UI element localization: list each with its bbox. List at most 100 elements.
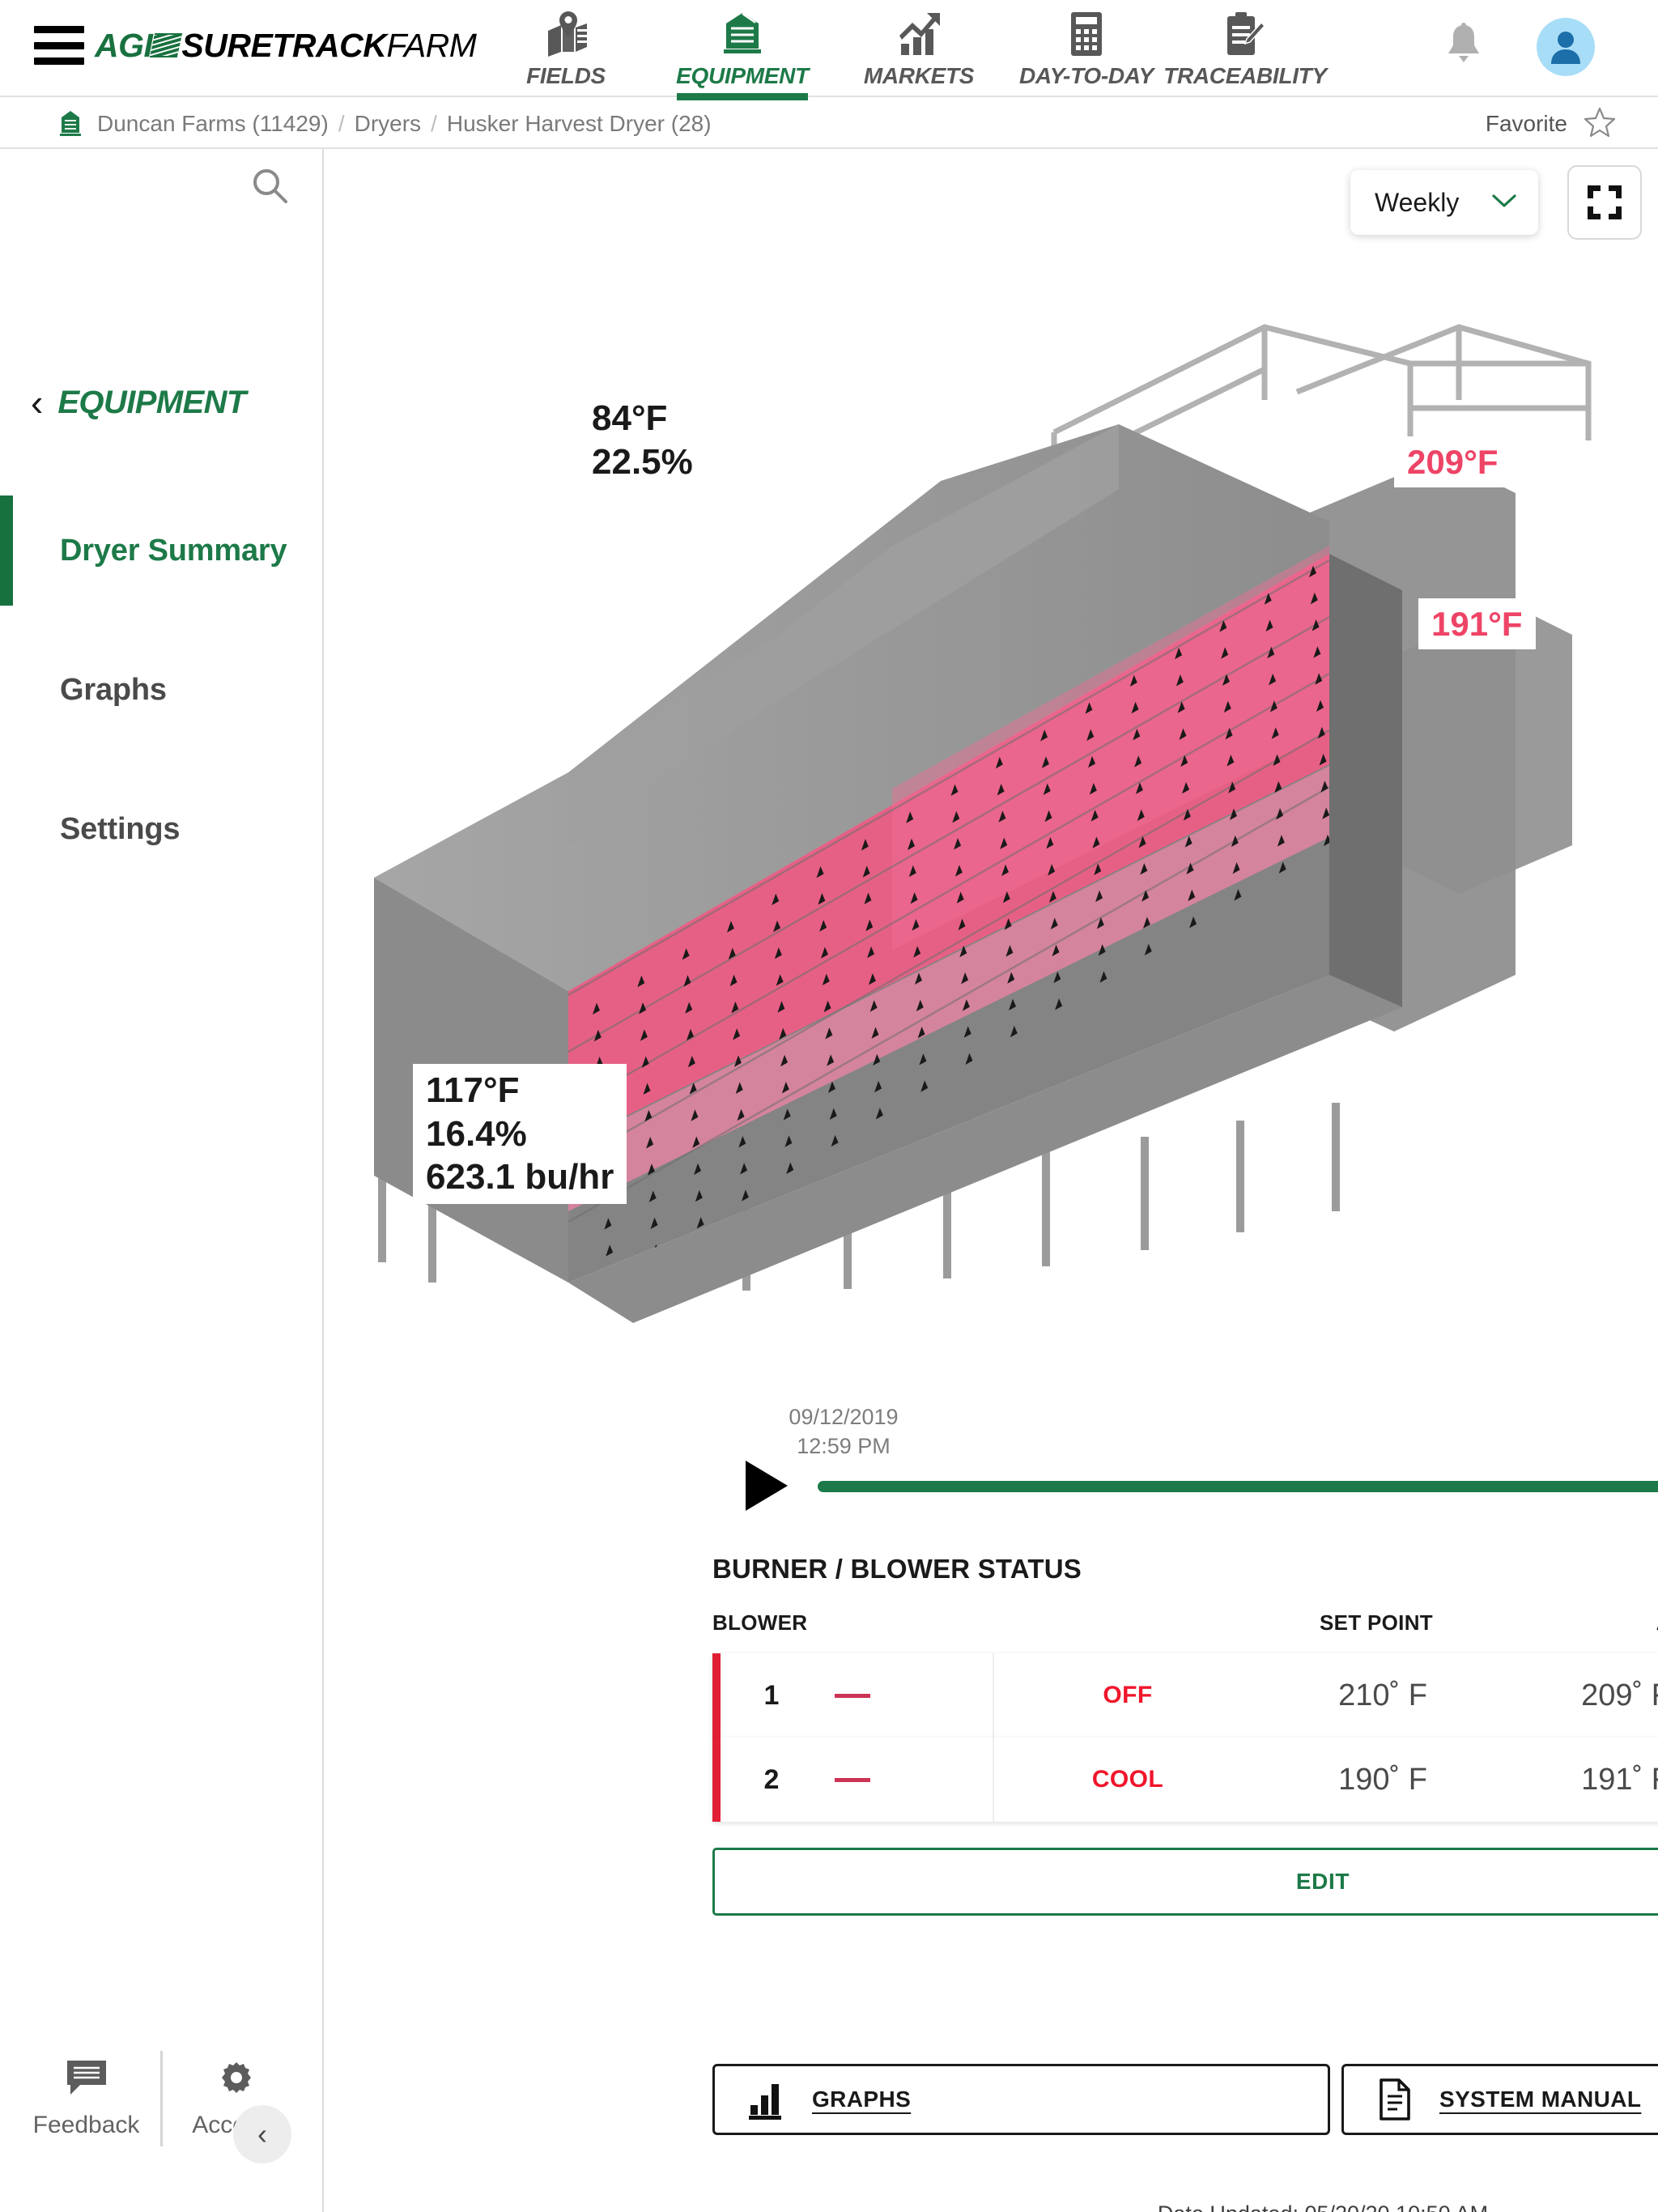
column-header-blower: BLOWER: [712, 1610, 808, 1635]
blower-state: COOL: [1091, 1766, 1164, 1793]
table-row[interactable]: 1 OFF 210˚ F 209˚ F: [712, 1653, 1658, 1738]
hamburger-bar: [34, 57, 84, 65]
hamburger-bar: [34, 41, 84, 49]
blower-number: 1: [763, 1679, 780, 1711]
hamburger-bar: [34, 26, 84, 33]
breadcrumb-item-dryer[interactable]: Husker Harvest Dryer (28): [447, 111, 712, 137]
breadcrumb-separator: /: [431, 111, 437, 136]
comment-icon: [66, 2059, 108, 2100]
nav-item-label: EQUIPMENT: [676, 63, 809, 88]
breadcrumb: Duncan Farms (11429) / Dryers / Husker H…: [58, 99, 712, 149]
hamburger-menu-icon[interactable]: [34, 26, 84, 65]
favorite-label: Favorite: [1485, 111, 1567, 136]
sidebar-item-label: Dryer Summary: [60, 533, 287, 568]
document-icon: [1378, 2078, 1412, 2121]
chevron-left-icon[interactable]: ‹: [31, 384, 43, 421]
breadcrumb-item-farm[interactable]: Duncan Farms (11429): [97, 111, 329, 137]
plenum-temp: 84°F: [592, 398, 668, 438]
nav-item-label: DAY-TO-DAY: [1018, 63, 1154, 88]
sidebar-footer: Feedback Account ‹: [0, 2042, 322, 2163]
blower-actual: 191˚ F: [1581, 1762, 1658, 1797]
favorite-toggle[interactable]: Favorite: [1486, 99, 1616, 149]
logo-suretrack-text: SURETRACK: [181, 27, 387, 64]
timeline-slider-track[interactable]: [818, 1481, 1658, 1492]
sidebar-item-graphs[interactable]: Graphs: [0, 635, 324, 745]
graphs-button[interactable]: GRAPHS: [712, 2064, 1330, 2135]
timeline-date: 09/12/2019: [789, 1405, 899, 1429]
plenum-moisture: 22.5%: [592, 441, 693, 482]
blower-state: OFF: [1103, 1682, 1153, 1708]
top-navigation-bar: AGI SURETRACK FARM FIELDS EQUIPMENT MARK…: [0, 0, 1658, 100]
date-updated-text: Date Updated: 05/20/20 10:50 AM: [712, 2201, 1658, 2212]
burner-bottom-tag: 191°F: [1418, 598, 1536, 650]
search-icon[interactable]: [251, 167, 288, 208]
user-avatar-icon[interactable]: [1537, 18, 1595, 76]
row-blower-cell: 1: [721, 1653, 994, 1738]
logo-swoosh-icon: [150, 33, 183, 57]
row-status-bar: [712, 1653, 721, 1738]
sidebar-item-label: Graphs: [60, 672, 167, 707]
sidebar-collapse-button[interactable]: ‹: [233, 2105, 291, 2163]
sidebar-back-header[interactable]: ‹ EQUIPMENT: [31, 384, 246, 421]
main-content: Weekly 84°F 22.5% 209°F 191°F 117°F 16.4…: [325, 149, 1658, 2212]
timeline-timestamp: 09/12/2019 12:59 PM: [763, 1402, 925, 1461]
sidebar-item-label: Settings: [60, 811, 181, 846]
nav-item-markets[interactable]: MARKETS: [831, 5, 1007, 89]
table-row[interactable]: 2 COOL 190˚ F 191˚ F: [712, 1738, 1658, 1822]
star-outline-icon: [1584, 107, 1616, 142]
content-toolbar: Weekly: [1350, 165, 1642, 240]
blower-dash-icon: [823, 1693, 882, 1698]
breadcrumb-bar: Duncan Farms (11429) / Dryers / Husker H…: [0, 99, 1658, 149]
system-manual-button[interactable]: SYSTEM MANUAL: [1341, 2064, 1658, 2135]
column-header-actual: ACTUAL: [1579, 1610, 1658, 1636]
feedback-button[interactable]: Feedback: [13, 2059, 160, 2139]
bell-icon[interactable]: [1442, 23, 1486, 68]
bar-chart-icon: [749, 2079, 784, 2120]
sidebar-item-dryer-summary[interactable]: Dryer Summary: [0, 496, 324, 606]
timeline-time: 12:59 PM: [797, 1434, 891, 1459]
app-logo[interactable]: AGI SURETRACK FARM: [95, 27, 477, 64]
nav-item-equipment[interactable]: EQUIPMENT: [654, 5, 831, 100]
blower-number: 2: [763, 1763, 780, 1795]
row-blower-cell: 2: [721, 1738, 994, 1822]
column-header-set-point: SET POINT: [1320, 1610, 1433, 1635]
calculator-icon: [1069, 11, 1103, 57]
nav-item-traceability[interactable]: TRACEABILITY: [1163, 5, 1327, 89]
outlet-temp: 117°F: [426, 1070, 520, 1110]
trend-chart-icon: [895, 11, 943, 57]
system-manual-label: SYSTEM MANUAL: [1439, 2087, 1642, 2112]
logo-farm-text: FARM: [386, 27, 477, 64]
period-select[interactable]: Weekly: [1350, 170, 1538, 235]
gear-icon: [218, 2059, 255, 2100]
edit-button[interactable]: EDIT: [712, 1848, 1658, 1916]
sidebar-item-settings[interactable]: Settings: [0, 774, 324, 884]
fullscreen-expand-icon[interactable]: [1567, 165, 1642, 240]
primary-nav: FIELDS EQUIPMENT MARKETS DAY-TO-DAY TRAC…: [478, 5, 1327, 100]
blower-set-point: 190˚ F: [1338, 1762, 1427, 1797]
outlet-moisture: 16.4%: [426, 1113, 527, 1154]
sidebar-title: EQUIPMENT: [57, 384, 246, 420]
outlet-reading-tag: 117°F 16.4% 623.1 bu/hr: [413, 1064, 627, 1205]
map-pin-icon: [542, 11, 590, 57]
period-select-value: Weekly: [1375, 187, 1460, 217]
clipboard-pencil-icon: [1224, 11, 1266, 57]
logo-agi-text: AGI: [95, 27, 153, 64]
breadcrumb-item-dryers[interactable]: Dryers: [355, 111, 421, 137]
blower-actual: 209˚ F: [1581, 1678, 1658, 1712]
grain-bin-icon: [58, 110, 83, 138]
breadcrumb-separator: /: [338, 111, 345, 136]
grain-bin-icon: [720, 11, 765, 57]
nav-item-day-to-day[interactable]: DAY-TO-DAY: [1007, 5, 1166, 89]
row-status-bar: [712, 1738, 721, 1822]
nav-item-label: TRACEABILITY: [1163, 63, 1327, 88]
burner-top-tag: 209°F: [1394, 436, 1511, 488]
plenum-reading-tag: 84°F 22.5%: [579, 392, 706, 489]
sidebar: ‹ EQUIPMENT Dryer Summary Graphs Setting…: [0, 149, 324, 2212]
nav-item-fields[interactable]: FIELDS: [478, 5, 654, 89]
nav-item-label: FIELDS: [526, 63, 606, 88]
sidebar-active-indicator: [0, 496, 13, 606]
feedback-label: Feedback: [32, 2111, 140, 2138]
graphs-label: GRAPHS: [812, 2087, 912, 2112]
nav-item-label: MARKETS: [863, 63, 975, 88]
play-triangle-icon[interactable]: [746, 1461, 788, 1511]
